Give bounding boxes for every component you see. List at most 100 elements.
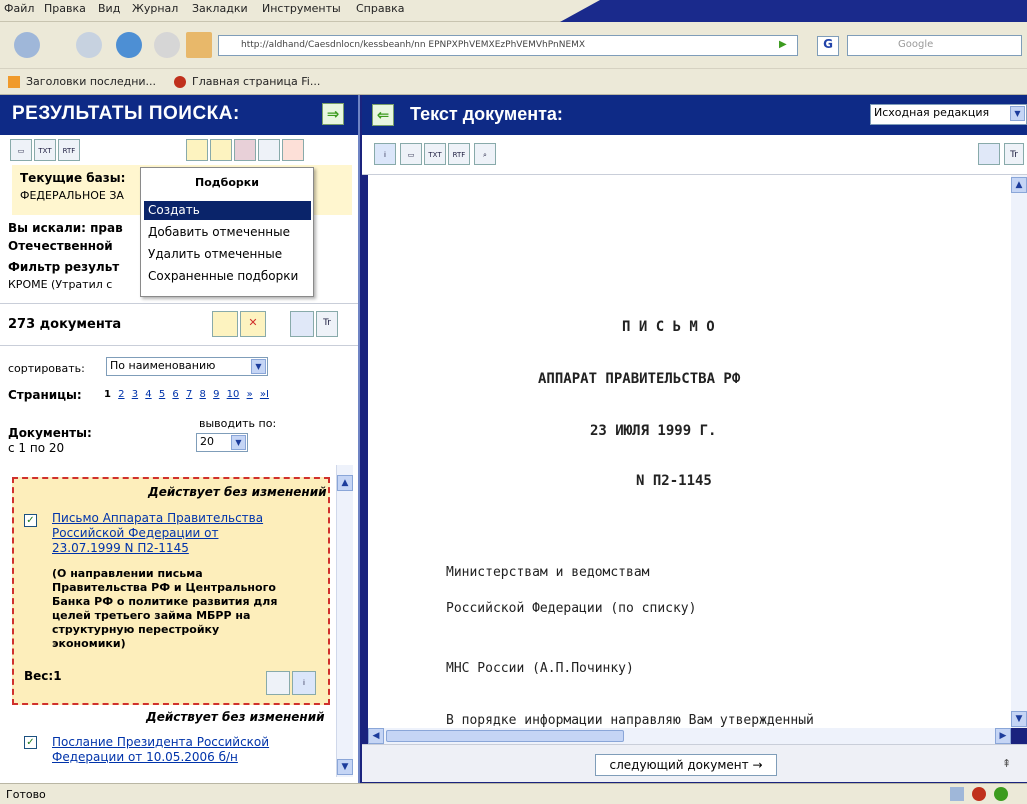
scroll-down-icon[interactable]: ▼: [337, 759, 353, 775]
home-icon[interactable]: [186, 32, 212, 58]
doc-addressee: Министерствам и ведомствам: [446, 565, 650, 580]
menu-file[interactable]: Файл: [4, 2, 34, 15]
page-link[interactable]: 8: [200, 389, 206, 400]
export-txt-icon[interactable]: TXT: [424, 143, 446, 165]
scroll-up-icon[interactable]: ▲: [337, 475, 353, 491]
status-text: Готово: [6, 788, 46, 801]
pages-label: Страницы:: [8, 388, 82, 402]
scroll-down-icon[interactable]: ▼: [1011, 711, 1027, 727]
font-size-icon[interactable]: Tr: [1004, 143, 1024, 165]
search-input[interactable]: Google: [847, 35, 1022, 56]
menu-help[interactable]: Справка: [356, 2, 404, 15]
menu-history[interactable]: Журнал: [132, 2, 178, 15]
menu-item-remove-marked[interactable]: Удалить отмеченные: [144, 245, 311, 264]
palette-icon[interactable]: [978, 143, 1000, 165]
annotation-line: структурную перестройку: [52, 623, 220, 636]
page-link[interactable]: 6: [172, 389, 178, 400]
firefox-icon: [972, 787, 986, 801]
document-footer: следующий документ → ⇞: [362, 744, 1027, 782]
scroll-thumb[interactable]: [386, 730, 624, 742]
info-icon[interactable]: i: [292, 671, 316, 695]
page-link[interactable]: 5: [159, 389, 165, 400]
menu-tools[interactable]: Инструменты: [262, 2, 341, 15]
unmark-all-icon[interactable]: ✕: [240, 311, 266, 337]
document-horizontal-scrollbar[interactable]: ◀ ▶: [368, 728, 1011, 744]
page-link[interactable]: 9: [213, 389, 219, 400]
result-title-line: Письмо Аппарата Правительства: [52, 511, 264, 525]
font-size-icon[interactable]: Tr: [316, 311, 338, 337]
sort-select[interactable]: По наименованию ▼: [106, 357, 268, 376]
scroll-left-icon[interactable]: ◀: [368, 728, 384, 744]
menu-item-add-marked[interactable]: Добавить отмеченные: [144, 223, 311, 242]
network-icon: [950, 787, 964, 801]
rss-icon: [8, 76, 20, 88]
info-icon[interactable]: i: [374, 143, 396, 165]
search-results-header: РЕЗУЛЬТАТЫ ПОИСКА: ⇒: [0, 95, 360, 135]
go-icon[interactable]: ▶: [779, 39, 793, 53]
search-results-title: РЕЗУЛЬТАТЫ ПОИСКА:: [12, 103, 240, 124]
print-icon[interactable]: ▭: [10, 139, 32, 161]
copy-icon[interactable]: [266, 671, 290, 695]
result-title-line: Послание Президента Российской: [52, 735, 270, 749]
menu-view[interactable]: Вид: [98, 2, 120, 15]
next-document-button[interactable]: следующий документ →: [595, 754, 777, 776]
result-checkbox[interactable]: ✓: [24, 514, 37, 527]
edition-select-value: Исходная редакция: [874, 106, 990, 119]
page-link[interactable]: 10: [227, 389, 240, 400]
export-txt-icon[interactable]: TXT: [34, 139, 56, 161]
google-icon[interactable]: G: [817, 36, 839, 56]
pagination: 1 2 3 4 5 6 7 8 9 10 » »I: [104, 389, 273, 400]
page-link[interactable]: 2: [118, 389, 124, 400]
searched-label: Вы искали: прав: [8, 221, 123, 235]
export-rtf-icon[interactable]: RTF: [448, 143, 470, 165]
result-title-link[interactable]: Послание Президента Российской Федерации…: [52, 735, 269, 765]
bookmark-home-page[interactable]: Главная страница Fi...: [192, 75, 320, 88]
reload-icon[interactable]: [116, 32, 142, 58]
results-scrollbar[interactable]: ▲ ▼: [336, 465, 353, 777]
expand-left-icon[interactable]: ⇐: [372, 104, 394, 126]
stop-icon[interactable]: [154, 32, 180, 58]
sort-label: сортировать:: [8, 362, 85, 375]
result-title-link[interactable]: Письмо Аппарата Правительства Российской…: [52, 511, 263, 556]
print-icon[interactable]: ▭: [400, 143, 422, 165]
bookmarks-toolbar: Заголовки последни... Главная страница F…: [0, 68, 1027, 95]
page-link[interactable]: 4: [145, 389, 151, 400]
edition-select[interactable]: Исходная редакция ▼: [870, 104, 1027, 125]
annotation-line: экономики): [52, 637, 126, 650]
scroll-right-icon[interactable]: ▶: [995, 728, 1011, 744]
scroll-up-icon[interactable]: ▲: [1011, 177, 1027, 193]
per-page-select[interactable]: 20 ▼: [196, 433, 248, 452]
scroll-top-icon[interactable]: ⇞: [1002, 757, 1011, 770]
forward-icon[interactable]: [76, 32, 102, 58]
doc-body-line: В порядке информации направляю Вам утвер…: [446, 713, 814, 728]
browser-statusbar: Готово: [0, 783, 1027, 804]
back-icon[interactable]: [14, 32, 40, 58]
menu-item-saved-collections[interactable]: Сохраненные подборки: [144, 267, 311, 286]
result-checkbox[interactable]: ✓: [24, 736, 37, 749]
menu-item-create[interactable]: Создать: [144, 201, 311, 220]
menu-bookmarks[interactable]: Закладки: [192, 2, 248, 15]
export-rtf-icon[interactable]: RTF: [58, 139, 80, 161]
bookmark-icon[interactable]: [282, 139, 304, 161]
last-page-link[interactable]: »I: [260, 389, 269, 400]
window-icon[interactable]: [258, 139, 280, 161]
collections-icon[interactable]: [186, 139, 208, 161]
palette-icon[interactable]: [290, 311, 314, 337]
menu-edit[interactable]: Правка: [44, 2, 86, 15]
next-page-link[interactable]: »: [247, 389, 253, 400]
result-item-selected[interactable]: Действует без изменений ✓ Письмо Аппарат…: [12, 477, 330, 705]
bookmark-latest-headlines[interactable]: Заголовки последни...: [26, 75, 156, 88]
document-text-view: П И С Ь М О АППАРАТ ПРАВИТЕЛЬСТВА РФ 23 …: [368, 175, 1011, 728]
firefox-icon: [174, 76, 186, 88]
page-link[interactable]: 7: [186, 389, 192, 400]
filter-icon[interactable]: [234, 139, 256, 161]
page-link[interactable]: 3: [132, 389, 138, 400]
document-text-header: ⇐ Текст документа: Исходная редакция ▼: [362, 95, 1027, 135]
edit-collection-icon[interactable]: [210, 139, 232, 161]
expand-right-icon[interactable]: ⇒: [322, 103, 344, 125]
address-bar[interactable]: http://aldhand/Caesdnlocn/kessbeanh/nn E…: [218, 35, 798, 56]
mark-all-icon[interactable]: [212, 311, 238, 337]
collections-menu: Подборки Создать Добавить отмеченные Уда…: [140, 167, 314, 297]
document-vertical-scrollbar[interactable]: ▲ ▼: [1011, 175, 1027, 728]
preview-icon[interactable]: ⌕: [474, 143, 496, 165]
